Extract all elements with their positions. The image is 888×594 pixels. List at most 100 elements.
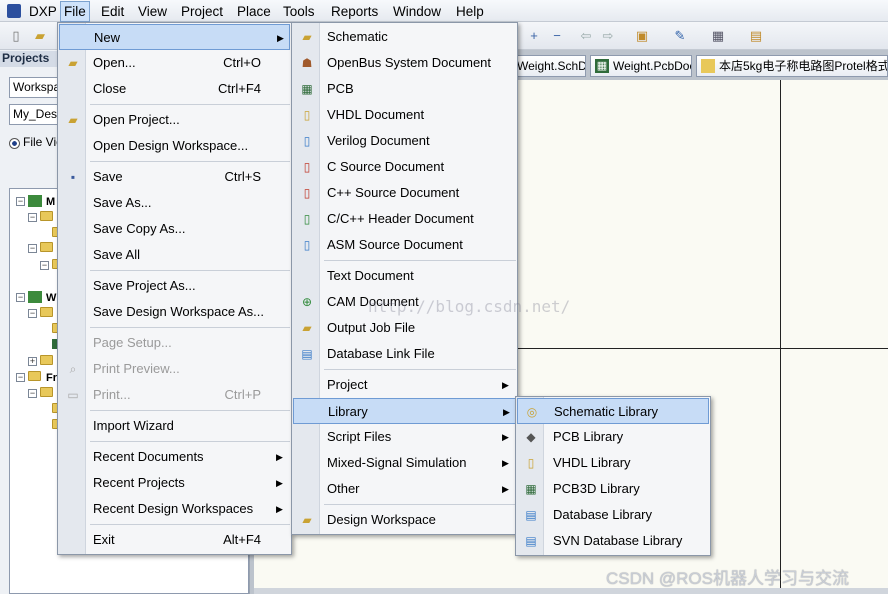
library-menu-item-database-library[interactable]: ▤ Database Library: [517, 502, 709, 528]
library-menu-item-pcb-library[interactable]: ◆ PCB Library: [517, 424, 709, 450]
wire-tool-icon[interactable]: ✎: [672, 28, 688, 44]
menu-item-label: Save As...: [93, 195, 152, 210]
file-menu-item-print[interactable]: ▭ Print... Ctrl+P: [59, 382, 290, 408]
menu-item-label: Text Document: [327, 268, 414, 283]
menu-item-label: Save All: [93, 247, 140, 262]
menu-place[interactable]: Place: [234, 3, 274, 20]
folder-icon: [40, 307, 53, 317]
file-menu-item-open-project[interactable]: ▰ Open Project...: [59, 107, 290, 133]
zoom-out-icon[interactable]: −: [549, 28, 565, 44]
library-menu-item-pcb3d-library[interactable]: ▦ PCB3D Library: [517, 476, 709, 502]
file-menu-item-save[interactable]: ▪ Save Ctrl+S: [59, 164, 290, 190]
file-menu-item-close[interactable]: Close Ctrl+F4: [59, 76, 290, 102]
tree-expander[interactable]: −: [28, 389, 37, 398]
tree-expander[interactable]: −: [40, 261, 49, 270]
new-menu-item-cpp-source[interactable]: ▯ C++ Source Document: [293, 180, 516, 206]
tree-expander[interactable]: −: [28, 309, 37, 318]
new-menu-item-library[interactable]: Library ▶: [293, 398, 516, 424]
zoom-in-icon[interactable]: +: [526, 28, 542, 44]
new-menu-item-mixed-signal[interactable]: Mixed-Signal Simulation ▶: [293, 450, 516, 476]
new-menu-item-openbus[interactable]: ☗ OpenBus System Document: [293, 50, 516, 76]
menu-item-label: Open Project...: [93, 112, 180, 127]
dxp-logo-icon: [7, 4, 21, 18]
file-menu-item-save-as[interactable]: Save As...: [59, 190, 290, 216]
file-menu-item-exit[interactable]: Exit Alt+F4: [59, 527, 290, 553]
menu-item-label: Schematic Library: [554, 404, 659, 419]
menu-edit[interactable]: Edit: [98, 3, 127, 20]
file-menu-item-import-wizard[interactable]: Import Wizard: [59, 413, 290, 439]
menu-separator: [324, 260, 516, 261]
new-menu-item-schematic[interactable]: ▰ Schematic: [293, 24, 516, 50]
file-menu-item-recent-workspaces[interactable]: Recent Design Workspaces ▶: [59, 496, 290, 522]
folder-icon: [40, 387, 53, 397]
openbus-icon: ☗: [301, 56, 313, 70]
new-menu-item-verilog[interactable]: ▯ Verilog Document: [293, 128, 516, 154]
menu-dxp[interactable]: DXP: [26, 3, 60, 20]
menu-reports[interactable]: Reports: [328, 3, 381, 20]
menu-help[interactable]: Help: [453, 3, 487, 20]
file-menu-item-save-workspace-as[interactable]: Save Design Workspace As...: [59, 299, 290, 325]
new-document-icon[interactable]: ▯: [8, 28, 24, 44]
tree-expander[interactable]: +: [28, 357, 37, 366]
new-menu-item-design-workspace[interactable]: ▰ Design Workspace: [293, 507, 516, 533]
file-menu-item-print-preview[interactable]: ⌕ Print Preview...: [59, 356, 290, 382]
tree-expander[interactable]: −: [28, 244, 37, 253]
tree-item[interactable]: W: [46, 291, 56, 305]
tree-item[interactable]: M: [46, 195, 55, 209]
doc-tab-pcb[interactable]: ▦ Weight.PcbDoc: [590, 55, 692, 77]
pcb-doc-icon: ▦: [595, 59, 609, 73]
menubar: DXP File Edit View Project Place Tools R…: [0, 0, 888, 22]
new-menu-item-pcb[interactable]: ▦ PCB: [293, 76, 516, 102]
vhdl-doc-icon: ▯: [303, 108, 311, 122]
tree-expander[interactable]: −: [16, 373, 25, 382]
new-menu-item-c-source[interactable]: ▯ C Source Document: [293, 154, 516, 180]
menu-file[interactable]: File: [60, 1, 90, 22]
file-menu-item-save-all[interactable]: Save All: [59, 242, 290, 268]
menu-project[interactable]: Project: [178, 3, 226, 20]
tree-item[interactable]: Fr: [46, 371, 57, 385]
file-menu-item-recent-documents[interactable]: Recent Documents ▶: [59, 444, 290, 470]
new-menu-item-script-files[interactable]: Script Files ▶: [293, 424, 516, 450]
new-menu-item-project[interactable]: Project ▶: [293, 372, 516, 398]
menu-view[interactable]: View: [135, 3, 170, 20]
library-icon[interactable]: ▤: [748, 28, 764, 44]
open-folder-icon[interactable]: ▰: [32, 28, 48, 44]
file-view-radio[interactable]: [9, 138, 20, 149]
new-menu-item-database-link[interactable]: ▤ Database Link File: [293, 341, 516, 367]
file-menu-item-open[interactable]: ▰ Open... Ctrl+O: [59, 50, 290, 76]
library-menu-item-svn-database-library[interactable]: ▤ SVN Database Library: [517, 528, 709, 554]
file-menu-item-save-copy-as[interactable]: Save Copy As...: [59, 216, 290, 242]
menu-window[interactable]: Window: [390, 3, 444, 20]
file-menu-item-save-project-as[interactable]: Save Project As...: [59, 273, 290, 299]
new-submenu: ▰ Schematic ☗ OpenBus System Document ▦ …: [291, 22, 518, 535]
menu-tools[interactable]: Tools: [280, 3, 318, 20]
file-menu-item-recent-projects[interactable]: Recent Projects ▶: [59, 470, 290, 496]
library-menu-item-vhdl-library[interactable]: ▯ VHDL Library: [517, 450, 709, 476]
new-menu-item-other[interactable]: Other ▶: [293, 476, 516, 502]
forward-arrow-icon[interactable]: ⇨: [600, 28, 616, 44]
menu-item-label: VHDL Library: [553, 455, 631, 470]
file-menu-item-open-workspace[interactable]: Open Design Workspace...: [59, 133, 290, 159]
component-icon[interactable]: ▣: [634, 28, 650, 44]
pcb-icon: ▦: [301, 82, 313, 96]
back-arrow-icon[interactable]: ⇦: [578, 28, 594, 44]
tree-expander[interactable]: −: [28, 213, 37, 222]
tree-expander[interactable]: −: [16, 293, 25, 302]
library-submenu: ◎ Schematic Library ◆ PCB Library ▯ VHDL…: [515, 396, 711, 556]
asm-source-icon: ▯: [303, 238, 311, 252]
new-menu-item-vhdl[interactable]: ▯ VHDL Document: [293, 102, 516, 128]
library-menu-item-schematic-library[interactable]: ◎ Schematic Library: [517, 398, 709, 424]
new-menu-item-header[interactable]: ▯ C/C++ Header Document: [293, 206, 516, 232]
doc-tab-protel[interactable]: 本店5kg电子称电路图Protel格式...: [696, 55, 888, 77]
file-menu-item-new[interactable]: New ▶: [59, 24, 290, 50]
submenu-arrow-icon: ▶: [276, 452, 283, 462]
workspace-icon: [28, 291, 42, 303]
tree-expander[interactable]: −: [16, 197, 25, 206]
projects-panel-header: Projects: [0, 51, 60, 67]
url-watermark: http://blog.csdn.net/: [368, 297, 571, 316]
file-menu-item-page-setup[interactable]: Page Setup...: [59, 330, 290, 356]
new-menu-item-asm[interactable]: ▯ ASM Source Document: [293, 232, 516, 258]
grid-icon[interactable]: ▦: [710, 28, 726, 44]
new-menu-item-text[interactable]: Text Document: [293, 263, 516, 289]
new-menu-item-output-job[interactable]: ▰ Output Job File: [293, 315, 516, 341]
